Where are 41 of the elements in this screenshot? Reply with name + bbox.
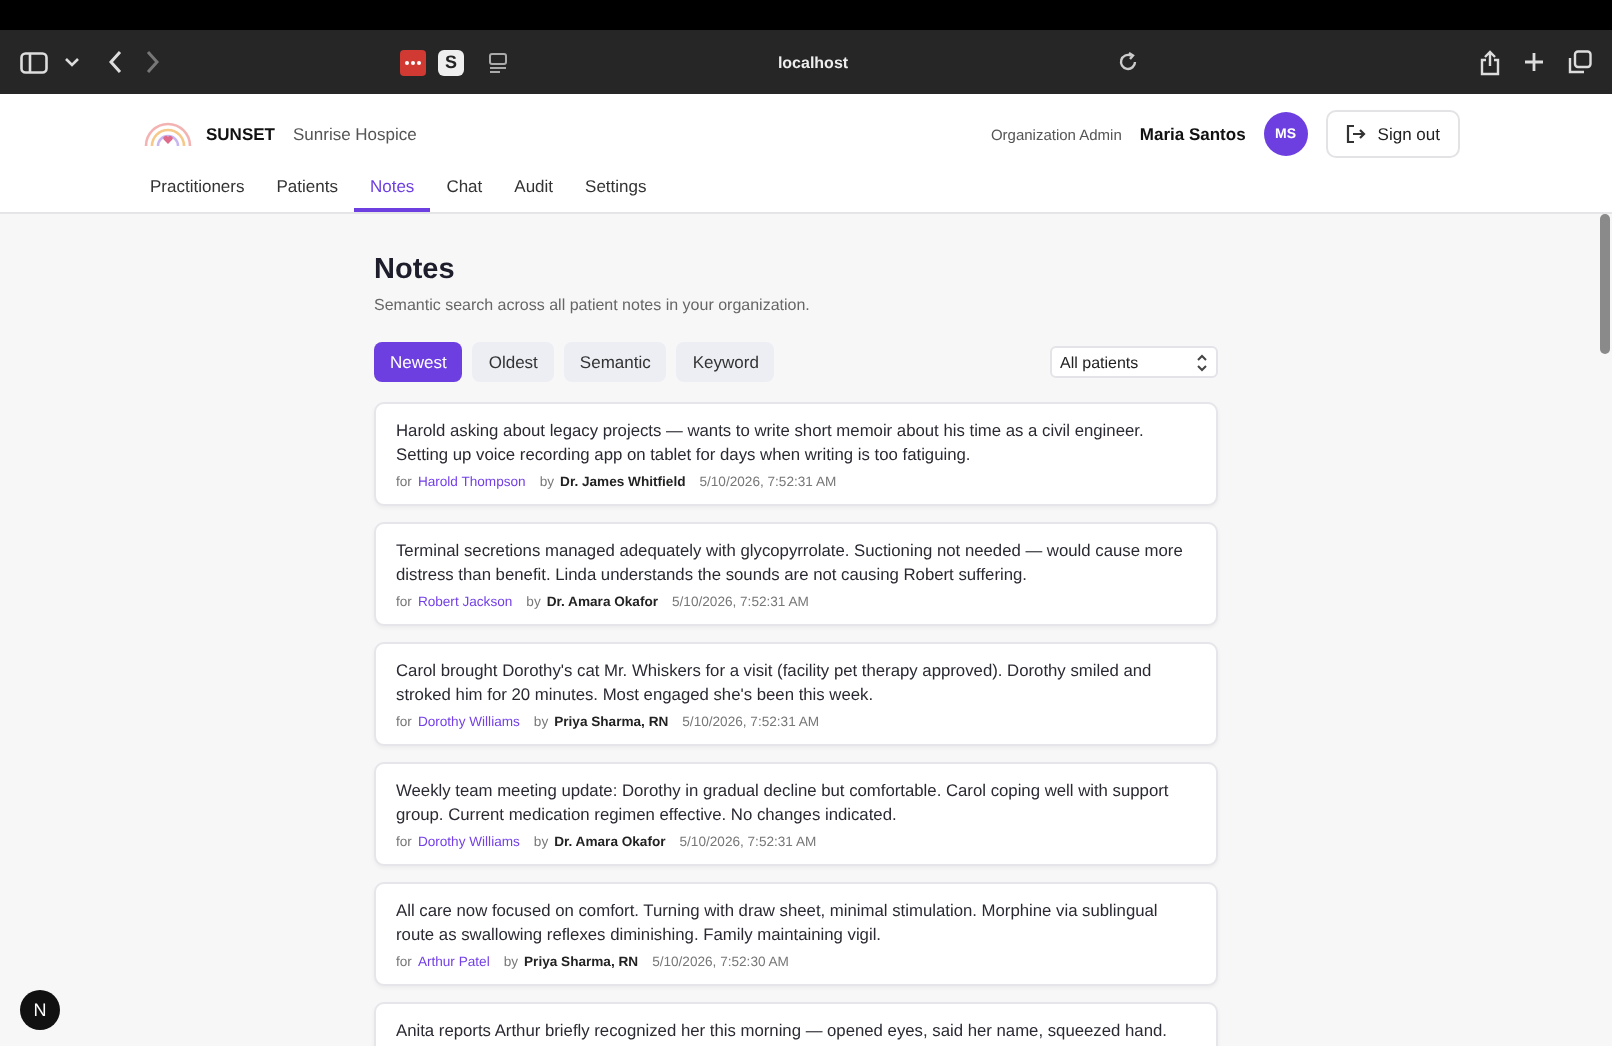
sunset-logo-icon[interactable] xyxy=(142,120,194,148)
sort-button[interactable]: Oldest xyxy=(472,342,554,382)
nav-tab[interactable]: Audit xyxy=(498,168,570,212)
note-text: All care now focused on comfort. Turning with draw sheet, minimal stimulation. Morphine via sublingual route as swallowing reflexes diminishing. Family maintaining vigil. xyxy=(396,898,1160,946)
nav-tab[interactable]: Practitioners xyxy=(134,168,261,212)
address-text: localhost xyxy=(775,53,851,71)
nav-tab[interactable]: Chat xyxy=(430,168,499,212)
nav-tab[interactable]: Patients xyxy=(260,168,354,212)
reload-icon[interactable] xyxy=(1118,52,1138,72)
nav-tab[interactable]: Settings xyxy=(569,168,663,212)
scrollbar-thumb[interactable] xyxy=(1600,214,1610,354)
forward-icon[interactable] xyxy=(144,50,160,74)
chevron-down-icon[interactable] xyxy=(64,56,80,68)
note-text: Harold asking about legacy projects — wants to write short memoir about his time as a civil engineer. Setting up voice recording app on tablet for days when writing is too fatiguing. xyxy=(396,418,1146,466)
organization-name: Sunrise Hospice xyxy=(292,124,417,144)
nav-tab[interactable]: Notes xyxy=(353,168,431,212)
sort-button[interactable]: Semantic xyxy=(563,342,667,382)
brand-name: SUNSET xyxy=(206,124,275,144)
back-icon[interactable] xyxy=(108,50,124,74)
note-text: Terminal secretions managed adequately with glycopyrrolate. Suctioning not needed — would cause more distress than benefit. Linda understands the sounds are not causing Robert suffering. xyxy=(396,538,1185,586)
page-title: Notes xyxy=(374,254,457,286)
user-name: Maria Santos xyxy=(1139,124,1246,144)
tabs-icon[interactable] xyxy=(1568,50,1592,74)
sidebar-icon[interactable] xyxy=(20,51,48,73)
sort-button[interactable]: Keyword xyxy=(676,342,775,382)
dots-favicon-icon[interactable] xyxy=(400,49,426,75)
patient-filter-select[interactable]: All patients xyxy=(1050,346,1218,378)
plus-icon[interactable] xyxy=(1524,52,1544,72)
address-bar[interactable]: localhost xyxy=(476,40,1150,84)
page-subtitle: Semantic search across all patient notes in your organization. xyxy=(374,296,812,314)
note-text: Weekly team meeting update: Dorothy in gradual decline but comfortable. Carol coping well with support group. Current medication regimen effective. No changes indicated. xyxy=(396,778,1171,826)
updown-chevron-icon xyxy=(1196,353,1208,371)
reader-icon[interactable] xyxy=(488,51,508,73)
share-icon[interactable] xyxy=(1480,49,1500,75)
note-text: Carol brought Dorothy's cat Mr. Whiskers for a visit (facility pet therapy approved). Dorothy smiled and stroked him for 20 minutes. Most engaged she's been this week. xyxy=(396,658,1154,706)
note-text: Anita reports Arthur briefly recognized her this morning — opened eyes, said her name, squeezed hand. xyxy=(396,1018,1169,1042)
sort-button[interactable]: Newest xyxy=(374,342,463,382)
sign-out-button[interactable]: Sign out xyxy=(1325,110,1460,158)
sign-out-icon xyxy=(1345,124,1366,144)
dev-tools-badge[interactable]: N xyxy=(20,990,60,1030)
tab-favicon[interactable]: S xyxy=(438,49,464,75)
